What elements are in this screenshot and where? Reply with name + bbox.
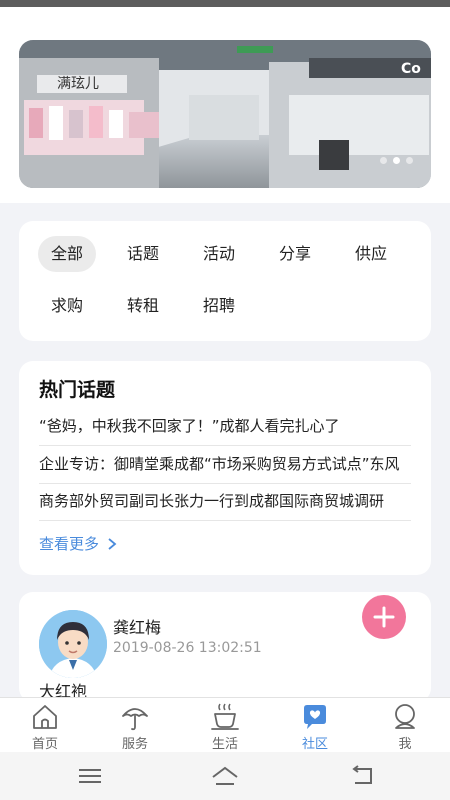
category-all[interactable]: 全部 [38, 236, 96, 272]
coffee-cup-icon [211, 703, 239, 730]
profile-icon [395, 704, 415, 729]
avatar[interactable] [39, 610, 107, 678]
category-topics[interactable]: 话题 [114, 236, 172, 272]
shop-sign-text: 满玹儿 [57, 76, 99, 92]
carousel-dot[interactable] [380, 157, 387, 164]
category-share[interactable]: 分享 [266, 236, 324, 272]
category-purchase[interactable]: 求购 [38, 288, 96, 324]
tab-me-label: 我 [398, 737, 412, 752]
post-author[interactable]: 龚红梅 [113, 614, 161, 638]
hot-topics-title: 热门话题 [39, 379, 116, 401]
plus-icon [373, 606, 395, 628]
banner-image: 满玹儿 Co [19, 40, 431, 188]
tab-community[interactable]: 社区 [270, 698, 360, 753]
hot-topics-card: 热门话题 “爸妈，中秋我不回家了！”成都人看完扎心了 企业专访：御晴堂乘成都“市… [19, 361, 431, 575]
category-supply[interactable]: 供应 [342, 236, 400, 272]
see-more-label: 查看更多 [39, 535, 100, 553]
umbrella-icon [122, 708, 148, 731]
tab-life[interactable]: 生活 [180, 698, 270, 753]
hot-topic-item[interactable]: 企业专访：御晴堂乘成都“市场采购贸易方式试点”东风 [39, 446, 411, 484]
status-bar [0, 0, 450, 7]
chat-bubble-icon [304, 705, 326, 729]
tab-me[interactable]: 我 [360, 698, 450, 753]
post-time: 2019-08-26 13:02:51 [113, 640, 262, 656]
home-nav-icon[interactable] [210, 764, 240, 788]
tab-service-label: 服务 [121, 737, 148, 752]
see-more-link[interactable]: 查看更多 [39, 533, 117, 554]
category-recruit[interactable]: 招聘 [190, 288, 248, 324]
hot-topic-item[interactable]: 商务部外贸司副司长张力一行到成都国际商贸城调研 [39, 483, 411, 521]
tab-community-label: 社区 [301, 737, 328, 752]
menu-icon[interactable] [75, 764, 105, 788]
chevron-right-icon [108, 537, 117, 550]
user-avatar-icon [39, 610, 107, 678]
shop-sign-text-2: Co [401, 61, 421, 77]
category-card: 全部 话题 活动 分享 供应 求购 转租 招聘 [19, 221, 431, 341]
tab-home-label: 首页 [31, 737, 58, 752]
category-events[interactable]: 活动 [190, 236, 248, 272]
hot-topic-item[interactable]: “爸妈，中秋我不回家了！”成都人看完扎心了 [39, 408, 411, 446]
home-icon [33, 705, 57, 729]
category-sublet[interactable]: 转租 [114, 288, 172, 324]
tab-life-label: 生活 [211, 737, 238, 752]
tab-home[interactable]: 首页 [0, 698, 90, 753]
back-icon[interactable] [347, 764, 377, 788]
banner-carousel[interactable]: 满玹儿 Co [19, 40, 431, 188]
add-post-button[interactable] [362, 595, 406, 639]
carousel-dots [380, 157, 413, 164]
tab-service[interactable]: 服务 [90, 698, 180, 753]
carousel-dot-active[interactable] [393, 157, 400, 164]
bottom-tab-bar: 首页 服务 生活 社区 我 [0, 697, 450, 753]
carousel-dot[interactable] [406, 157, 413, 164]
system-nav-bar [0, 752, 450, 800]
